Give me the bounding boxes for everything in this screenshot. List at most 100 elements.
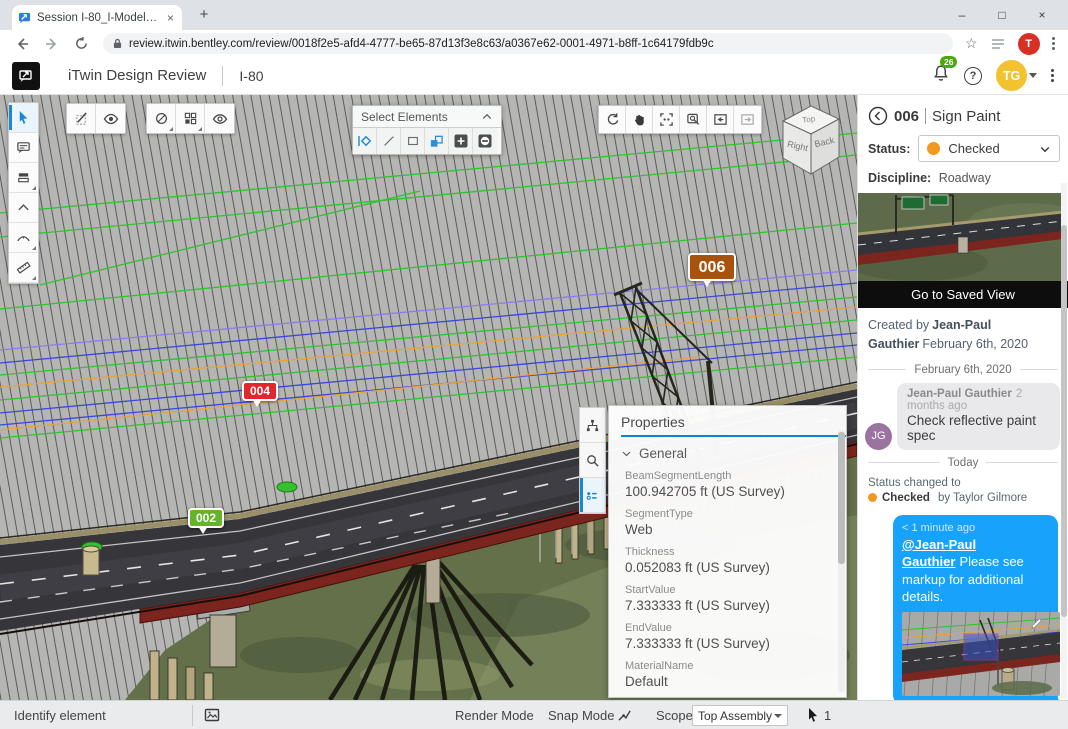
- status-label: Status:: [868, 142, 910, 156]
- scope-value: Top Assembly: [698, 709, 772, 723]
- go-to-saved-view-button[interactable]: Go to Saved View: [858, 281, 1068, 308]
- address-field[interactable]: review.itwin.bentley.com/review/0018f2e5…: [103, 33, 953, 54]
- status-change-value: Checked: [882, 492, 930, 504]
- pick-element-tool[interactable]: [353, 128, 377, 154]
- properties-button[interactable]: [580, 478, 605, 513]
- itwin-logo[interactable]: [12, 62, 40, 90]
- scope-dropdown[interactable]: Top Assembly: [692, 705, 788, 726]
- status-change-line: Status changed to: [868, 477, 1068, 489]
- view-cube[interactable]: Top Right Back: [771, 97, 849, 181]
- new-tab-button[interactable]: +: [192, 6, 216, 23]
- comment-bubble: Jean-Paul Gauthier2 months ago Check ref…: [897, 383, 1060, 450]
- reading-list-icon[interactable]: [990, 37, 1006, 51]
- pan-view-button[interactable]: [626, 106, 653, 133]
- issue-marker-002[interactable]: 002: [188, 508, 224, 528]
- view-navigation-toolbar: [598, 105, 762, 134]
- property-field: Thickness0.052083 ft (US Survey): [609, 541, 846, 575]
- chevron-up-icon[interactable]: [481, 111, 493, 123]
- comment-text: Check reflective paint spec: [907, 413, 1050, 443]
- help-button[interactable]: ?: [964, 67, 982, 85]
- back-icon[interactable]: [14, 36, 30, 52]
- issue-title-divider: [925, 108, 926, 124]
- user-menu[interactable]: TG: [996, 60, 1037, 91]
- next-view-button[interactable]: [734, 106, 761, 133]
- discipline-label: Discipline:: [868, 171, 931, 185]
- forward-icon[interactable]: [44, 36, 60, 52]
- edit-markup-pencil-icon[interactable]: [1029, 616, 1044, 631]
- issue-marker-006[interactable]: 006: [688, 253, 736, 281]
- refresh-icon[interactable]: [74, 36, 89, 51]
- previous-view-button[interactable]: [707, 106, 734, 133]
- user-avatar: TG: [996, 60, 1027, 91]
- browser-menu-icon[interactable]: [1052, 37, 1055, 50]
- remove-from-selection-tool[interactable]: [473, 128, 497, 154]
- ruler-tool-button[interactable]: [9, 253, 38, 283]
- project-name[interactable]: I-80: [239, 68, 263, 84]
- select-elements-label: Select Elements: [361, 110, 448, 124]
- scope-label: Scope:: [656, 708, 696, 723]
- comment-time: < 1 minute ago: [902, 522, 1049, 534]
- notifications-button[interactable]: 26: [932, 64, 950, 88]
- snap-mode-icon[interactable]: [617, 708, 632, 723]
- rotate-view-button[interactable]: [599, 106, 626, 133]
- properties-scrollbar[interactable]: [838, 430, 845, 692]
- general-section-header[interactable]: General: [609, 437, 846, 465]
- box-select-tool[interactable]: [401, 128, 425, 154]
- comment-tool-button[interactable]: [9, 133, 38, 163]
- saved-view-thumbnail[interactable]: [858, 193, 1063, 281]
- snapshot-icon[interactable]: [204, 707, 220, 723]
- snap-mode-control[interactable]: Snap Mode: [548, 708, 615, 723]
- status-dropdown[interactable]: Checked: [918, 135, 1060, 162]
- show-all-eye-button[interactable]: [96, 104, 125, 133]
- hide-elements-button[interactable]: [147, 104, 176, 133]
- isolate-eye-button[interactable]: [205, 104, 234, 133]
- measure-tool-button[interactable]: [9, 223, 38, 253]
- cube-top-label[interactable]: Top: [802, 114, 817, 125]
- property-label: BeamSegmentLength: [625, 470, 830, 482]
- browser-tab[interactable]: Session I-80_I-Model_HUB | iTwin ×: [12, 5, 182, 30]
- 3d-viewport-canvas[interactable]: Select Elements: [0, 95, 857, 700]
- chevron-down-icon: [621, 448, 632, 459]
- product-name[interactable]: iTwin Design Review: [68, 67, 206, 84]
- chevron-down-icon: [774, 714, 782, 718]
- sidebar-scrollbar[interactable]: [1061, 183, 1067, 698]
- properties-title: Properties: [609, 406, 846, 435]
- hide-isolate-toolbar: [146, 103, 235, 134]
- back-circle-icon[interactable]: [868, 106, 888, 126]
- properties-panel: Properties General BeamSegmentLength100.…: [608, 405, 847, 698]
- add-to-selection-tool[interactable]: [449, 128, 473, 154]
- tab-close-icon[interactable]: ×: [165, 11, 176, 25]
- chevron-down-icon: [1029, 73, 1037, 78]
- markup-image-attachment[interactable]: [902, 612, 1049, 696]
- window-maximize-button[interactable]: □: [982, 8, 1022, 22]
- created-by-line: Created byJean-Paul GauthierFebruary 6th…: [858, 308, 1068, 357]
- search-button[interactable]: [580, 443, 605, 478]
- tool-prompt: Identify element: [14, 708, 106, 723]
- markup-select-tool-button[interactable]: [67, 104, 96, 133]
- collapse-chevron-button[interactable]: [9, 193, 38, 223]
- line-select-tool[interactable]: [377, 128, 401, 154]
- window-minimize-button[interactable]: –: [942, 8, 982, 22]
- categories-button[interactable]: [176, 104, 205, 133]
- created-date: February 6th, 2020: [922, 337, 1028, 351]
- issue-marker-004[interactable]: 004: [242, 381, 278, 401]
- status-change-dot: [868, 493, 877, 502]
- discipline-value: Roadway: [939, 171, 991, 185]
- status-divider: [192, 705, 193, 726]
- status-color-dot: [927, 142, 940, 155]
- model-tree-button[interactable]: [580, 408, 605, 443]
- browser-profile-avatar[interactable]: T: [1018, 33, 1040, 55]
- fit-view-button[interactable]: [653, 106, 680, 133]
- timeline-date-divider: February 6th, 2020: [858, 357, 1068, 378]
- select-tool-button[interactable]: [9, 103, 38, 133]
- zoom-window-button[interactable]: [680, 106, 707, 133]
- chevron-down-icon: [1039, 143, 1051, 155]
- visibility-toolbar: [66, 103, 126, 134]
- section-tool-button[interactable]: [9, 163, 38, 193]
- replace-selection-tool[interactable]: [425, 128, 449, 154]
- window-close-button[interactable]: ×: [1022, 8, 1062, 22]
- app-menu-icon[interactable]: [1051, 69, 1054, 82]
- render-mode-control[interactable]: Render Mode: [455, 708, 534, 723]
- property-label: Thickness: [625, 546, 830, 558]
- bookmark-star-icon[interactable]: ☆: [965, 35, 978, 52]
